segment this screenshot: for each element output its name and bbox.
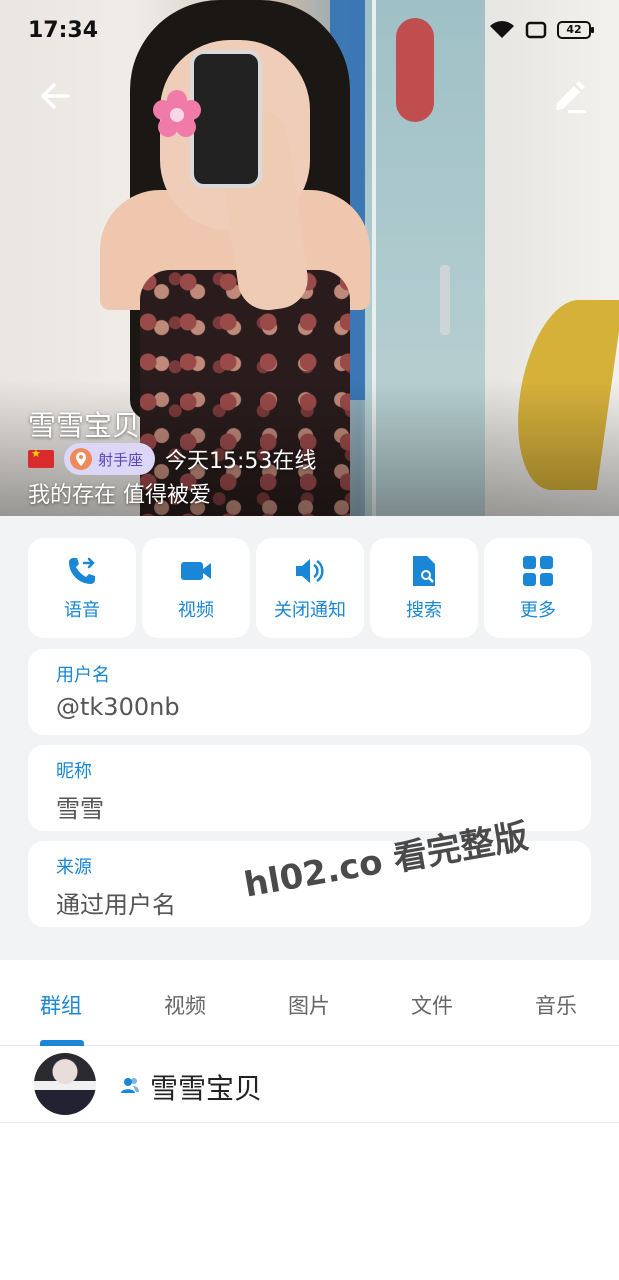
group-people-icon [121, 1078, 139, 1093]
wifi-icon [490, 21, 514, 38]
username-card[interactable]: 用户名 @tk300nb [28, 649, 591, 735]
tab-music[interactable]: 音乐 [535, 990, 577, 1020]
screen-icon [525, 21, 547, 39]
nickname-label: 昵称 [56, 761, 92, 782]
edit-pencil-icon[interactable] [550, 76, 588, 114]
mute-notifications-button[interactable]: 关闭通知 [256, 538, 364, 638]
grid-icon [523, 556, 553, 586]
tab-groups[interactable]: 群组 [40, 990, 82, 1020]
action-bar: 语音 视频 关闭通知 搜索 更多 [28, 538, 592, 638]
last-seen-text: 今天15:53在线 [165, 449, 317, 474]
profile-meta-row: 射手座 今天15:53在线 [28, 443, 316, 475]
video-camera-icon [181, 562, 211, 580]
mute-notifications-label: 关闭通知 [274, 600, 346, 621]
status-bar: 17:34 42 [0, 0, 619, 64]
location-pin-icon [70, 448, 92, 470]
active-tab-indicator [40, 1040, 84, 1046]
video-call-button[interactable]: 视频 [142, 538, 250, 638]
phone-forward-icon [69, 557, 95, 584]
search-label: 搜索 [406, 600, 442, 621]
status-time: 17:34 [28, 18, 99, 43]
username-value: @tk300nb [56, 693, 180, 721]
more-label: 更多 [520, 600, 556, 621]
list-item[interactable]: 雪雪宝贝 [0, 1047, 619, 1123]
speaker-icon [296, 559, 324, 583]
zodiac-badge: 射手座 [64, 443, 156, 475]
voice-call-button[interactable]: 语音 [28, 538, 136, 638]
profile-screen: 17:34 42 雪雪宝贝 射手座 今天15:53在线 我的存在 值得被爱 [0, 0, 619, 1280]
china-flag-icon [28, 447, 54, 468]
tab-images[interactable]: 图片 [288, 990, 330, 1020]
group-name: 雪雪宝贝 [150, 1072, 263, 1105]
battery-indicator: 42 [557, 21, 594, 39]
more-button[interactable]: 更多 [484, 538, 592, 638]
media-tabs: 群组 视频 图片 文件 音乐 [0, 960, 619, 1046]
file-search-icon [413, 556, 435, 586]
zodiac-label: 射手座 [98, 450, 144, 469]
flower-sticker-icon [153, 90, 201, 137]
voice-call-label: 语音 [64, 600, 100, 621]
back-arrow-icon[interactable] [38, 78, 74, 114]
tab-files[interactable]: 文件 [411, 990, 453, 1020]
search-button[interactable]: 搜索 [370, 538, 478, 638]
profile-name: 雪雪宝贝 [28, 409, 141, 442]
username-label: 用户名 [56, 665, 110, 686]
video-call-label: 视频 [178, 600, 214, 621]
profile-bio: 我的存在 值得被爱 [28, 483, 211, 508]
avatar [34, 1053, 96, 1115]
tab-videos[interactable]: 视频 [164, 990, 206, 1020]
